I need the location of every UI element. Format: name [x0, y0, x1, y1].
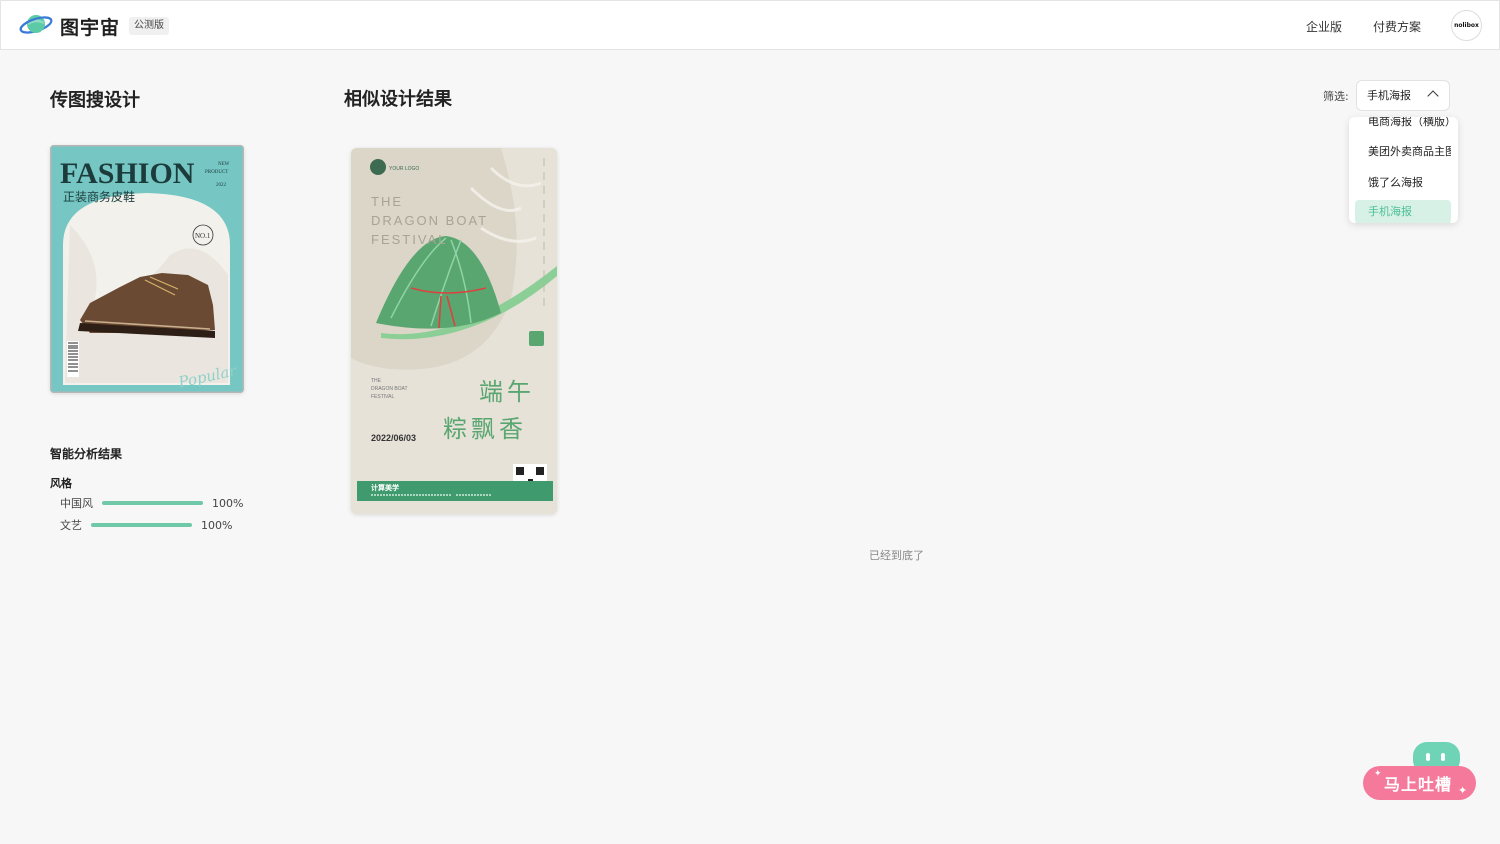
svg-text:NO.1: NO.1: [195, 232, 211, 240]
svg-text:DRAGON BOAT: DRAGON BOAT: [371, 386, 408, 392]
result-card[interactable]: YOUR LOGO THE DRAGON BOAT FESTIVAL THE D…: [351, 148, 557, 514]
filter-option-eleme[interactable]: 饿了么海报: [1355, 171, 1451, 195]
style-name: 中国风: [60, 497, 93, 510]
planet-logo-icon[interactable]: [19, 11, 53, 39]
svg-text:YOUR LOGO: YOUR LOGO: [389, 166, 419, 172]
style-percent: 100%: [212, 496, 244, 510]
filter-select[interactable]: 手机海报: [1356, 80, 1450, 111]
filter-option-meituan[interactable]: 美团外卖商品主图: [1355, 140, 1451, 164]
fashion-poster-image: FASHION NEW PRODUCT 2022 正装商务皮鞋 NO.1 Pop…: [50, 145, 244, 393]
style-name: 文艺: [60, 519, 82, 532]
poster-date: 2022/06/03: [371, 433, 416, 443]
svg-text:FESTIVAL: FESTIVAL: [371, 394, 394, 400]
svg-text:2022: 2022: [216, 183, 227, 188]
nav-pricing-link[interactable]: 付费方案: [1373, 18, 1421, 35]
poster-headline: FASHION: [60, 157, 195, 190]
style-row-chinese: 中国风 100%: [60, 495, 243, 511]
feedback-mascot-icon: ✦ ✦ 马上吐槽: [1363, 742, 1476, 800]
chevron-up-icon: [1427, 90, 1439, 102]
poster-headline-2: 粽飘香: [443, 415, 527, 443]
filter-label: 筛选:: [1323, 90, 1349, 103]
feedback-label: 马上吐槽: [1384, 775, 1452, 794]
poster-headline-1: 端午: [479, 378, 535, 406]
style-percent: 100%: [201, 518, 233, 532]
filter-option-mobile-poster[interactable]: 手机海报: [1355, 200, 1451, 223]
dragon-boat-poster-image: YOUR LOGO THE DRAGON BOAT FESTIVAL THE D…: [351, 148, 557, 514]
poster-subtitle: 正装商务皮鞋: [63, 189, 135, 204]
filter-dropdown-menu: 电商海报（横版） 美团外卖商品主图 饿了么海报 手机海报: [1349, 117, 1458, 223]
svg-text:✦: ✦: [1374, 769, 1382, 779]
end-of-results-text: 已经到底了: [869, 549, 924, 562]
svg-text:THE: THE: [371, 194, 403, 209]
svg-text:FESTIVAL: FESTIVAL: [371, 232, 447, 247]
filter-selected-value: 手机海报: [1367, 89, 1411, 102]
style-row-literary: 文艺 100%: [60, 517, 232, 533]
feedback-button[interactable]: ✦ ✦ 马上吐槽: [1362, 740, 1478, 802]
style-label: 风格: [50, 477, 72, 490]
upload-search-title: 传图搜设计: [50, 90, 140, 111]
svg-text:NEW: NEW: [218, 162, 230, 167]
svg-text:DRAGON BOAT: DRAGON BOAT: [371, 213, 488, 228]
user-avatar[interactable]: nolibox: [1451, 10, 1482, 41]
svg-text:THE: THE: [371, 378, 382, 384]
style-progress-bar: [102, 501, 203, 505]
brand-name[interactable]: 图宇宙: [60, 13, 120, 40]
analysis-title: 智能分析结果: [50, 447, 123, 461]
svg-text:✦: ✦: [1458, 784, 1467, 797]
nav-enterprise-link[interactable]: 企业版: [1306, 18, 1342, 35]
top-header: 图宇宙 公测版 企业版 付费方案 nolibox: [0, 0, 1500, 50]
similar-results-title: 相似设计结果: [344, 89, 452, 110]
filter-option-ecommerce-landscape[interactable]: 电商海报（横版）: [1355, 117, 1451, 134]
style-progress-bar: [91, 523, 192, 527]
svg-text:计算美学: 计算美学: [371, 483, 399, 492]
uploaded-image[interactable]: FASHION NEW PRODUCT 2022 正装商务皮鞋 NO.1 Pop…: [50, 145, 244, 393]
beta-badge: 公测版: [129, 17, 169, 35]
svg-text:PRODUCT: PRODUCT: [205, 170, 228, 175]
